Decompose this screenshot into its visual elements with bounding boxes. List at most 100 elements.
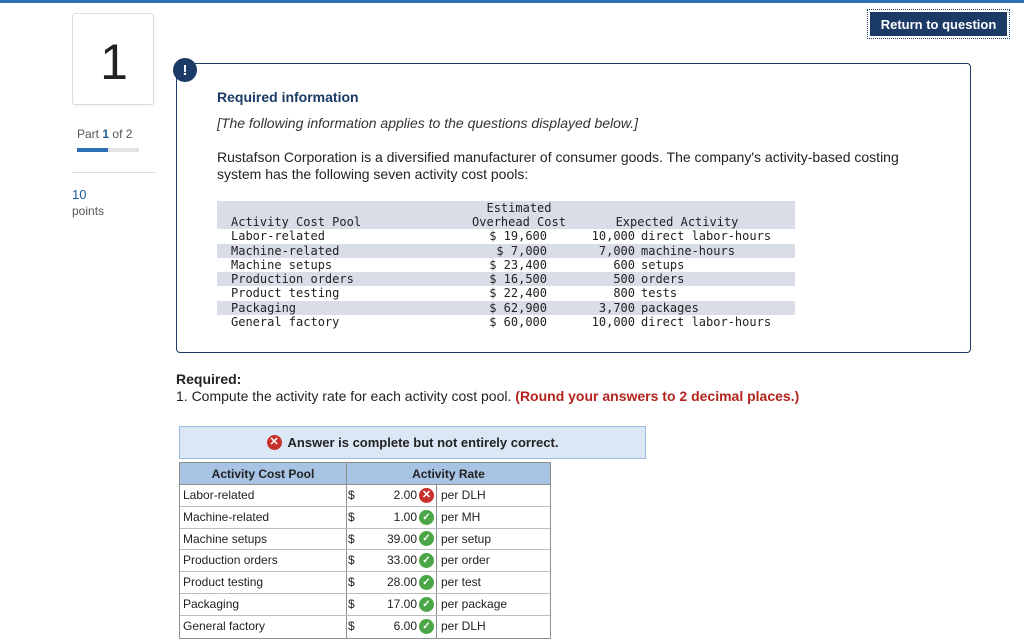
correct-check-icon: ✓ <box>417 615 437 638</box>
answer-pool-name: Packaging <box>180 593 347 615</box>
table-row: Packaging $ 62,900 3,700 packages <box>217 300 795 316</box>
points-value: 10 <box>72 187 87 202</box>
table-row: Labor-related $2.00 ✕ per DLH <box>180 485 550 507</box>
question-number: 1 <box>100 34 128 90</box>
row-qty: 7,000 <box>598 243 635 258</box>
row-qty: 800 <box>613 286 635 301</box>
check-icon: ✓ <box>419 531 434 547</box>
table-header-row-2: Activity Cost Pool Overhead Cost Expecte… <box>217 215 795 230</box>
problem-intro: Rustafson Corporation is a diversified m… <box>217 149 899 182</box>
row-qty: 500 <box>613 272 635 287</box>
incorrect-icon: ✕ <box>266 435 282 450</box>
currency-symbol: $ <box>348 618 355 633</box>
activity-rate-input[interactable]: 2.00 <box>359 485 417 506</box>
rate-unit: per test <box>441 575 482 590</box>
answer-header-rate: Activity Rate <box>412 467 485 481</box>
row-cost: $ 60,000 <box>489 315 547 330</box>
table-row: General factory $ 60,000 10,000 direct l… <box>217 315 795 329</box>
return-to-question-label: Return to question <box>870 12 1007 36</box>
table-row: Production orders $33.00 ✓ per order <box>180 550 550 573</box>
required-text: 1. Compute the activity rate for each ac… <box>176 388 799 404</box>
activity-rate-answer-table: Activity Cost Pool Activity Rate Labor-r… <box>179 462 551 639</box>
row-pool: Production orders <box>231 272 354 287</box>
row-qty: 10,000 <box>591 229 635 244</box>
activity-rate-input[interactable]: 6.00 <box>359 616 417 638</box>
table-row: Labor-related $ 19,600 10,000 direct lab… <box>217 229 795 243</box>
currency-symbol: $ <box>348 488 355 502</box>
correct-check-icon: ✓ <box>417 506 437 528</box>
check-icon: ✓ <box>419 553 434 569</box>
part-progress-fill <box>77 148 108 152</box>
table-row: Machine setups $39.00 ✓ per setup <box>180 528 550 551</box>
rate-unit: per DLH <box>441 488 486 502</box>
correct-check-icon: ✓ <box>417 593 437 615</box>
row-pool: Machine setups <box>231 257 333 272</box>
row-unit: tests <box>641 286 678 301</box>
currency-symbol: $ <box>348 575 355 590</box>
table-header-activity: Expected Activity <box>615 215 739 229</box>
points-label: points <box>72 204 105 218</box>
row-cost: $ 23,400 <box>489 257 547 272</box>
activity-rate-input[interactable]: 39.00 <box>359 529 417 550</box>
row-qty: 600 <box>613 257 635 272</box>
required-title: Required: <box>176 371 242 387</box>
row-pool: General factory <box>231 315 340 330</box>
table-row: Machine-related $1.00 ✓ per MH <box>180 506 550 529</box>
row-unit: setups <box>641 257 685 272</box>
x-icon: ✕ <box>419 487 434 503</box>
rate-unit: per setup <box>441 531 492 546</box>
answer-pool-name: Machine setups <box>180 528 347 550</box>
rate-unit: per order <box>441 553 490 568</box>
table-row: Product testing $28.00 ✓ per test <box>180 572 550 594</box>
row-cost: $ 22,400 <box>489 286 547 301</box>
row-cost: $ 7,000 <box>496 243 547 258</box>
activity-rate-input[interactable]: 28.00 <box>359 572 417 593</box>
currency-symbol: $ <box>348 531 355 546</box>
part-current: 1 <box>102 127 110 141</box>
row-qty: 10,000 <box>591 315 635 330</box>
check-icon: ✓ <box>419 619 434 635</box>
table-row: Packaging $17.00 ✓ per package <box>180 593 550 616</box>
row-unit: direct labor-hours <box>641 315 772 330</box>
activity-rate-input[interactable]: 1.00 <box>359 507 417 528</box>
row-pool: Labor-related <box>231 229 325 244</box>
table-header-cost: Overhead Cost <box>472 215 566 229</box>
row-qty: 3,700 <box>598 300 635 315</box>
row-pool: Product testing <box>231 286 340 301</box>
rate-unit: per package <box>441 596 508 611</box>
part-of: of 2 <box>112 127 133 141</box>
top-accent-bar <box>0 0 1024 3</box>
answer-pool-name: Machine-related <box>180 506 347 528</box>
currency-symbol: $ <box>348 553 355 568</box>
table-row: General factory $6.00 ✓ per DLH <box>180 615 550 638</box>
correct-check-icon: ✓ <box>417 528 437 550</box>
row-cost: $ 19,600 <box>489 229 547 244</box>
rail-divider <box>72 172 156 173</box>
answer-pool-name: Labor-related <box>180 485 347 506</box>
activity-rate-input[interactable]: 33.00 <box>359 550 417 571</box>
activity-cost-pool-table: Estimated Activity Cost Pool Overhead Co… <box>217 201 795 329</box>
answer-status-text: Answer is complete but not entirely corr… <box>287 435 559 450</box>
table-header-row-1: Estimated <box>217 201 795 215</box>
row-unit: orders <box>641 272 685 287</box>
answer-table-body: Labor-related $2.00 ✕ per DLH Machine-relate… <box>180 485 550 638</box>
table-row: Machine setups $ 23,400 600 setups <box>217 258 795 272</box>
return-to-question-button[interactable]: Return to question <box>867 9 1010 39</box>
row-pool: Machine-related <box>231 243 340 258</box>
row-cost: $ 62,900 <box>489 300 547 315</box>
row-unit: packages <box>641 300 699 315</box>
answer-table-header: Activity Cost Pool Activity Rate <box>180 463 550 485</box>
required-question: 1. Compute the activity rate for each ac… <box>176 388 512 404</box>
answer-header-pool: Activity Cost Pool <box>180 463 347 484</box>
question-number-box: 1 <box>72 13 154 105</box>
activity-rate-input[interactable]: 17.00 <box>359 594 417 615</box>
part-label: Part <box>77 127 100 141</box>
answer-pool-name: Production orders <box>180 550 347 572</box>
required-information-title: Required information <box>217 89 359 105</box>
answer-status-banner: ✕ Answer is complete but not entirely co… <box>179 426 646 459</box>
table-header-pool: Activity Cost Pool <box>231 215 362 229</box>
check-icon: ✓ <box>419 596 434 612</box>
answer-pool-name: General factory <box>180 615 347 638</box>
rate-unit: per DLH <box>441 618 486 633</box>
table-row: Production orders $ 16,500 500 orders <box>217 272 795 287</box>
